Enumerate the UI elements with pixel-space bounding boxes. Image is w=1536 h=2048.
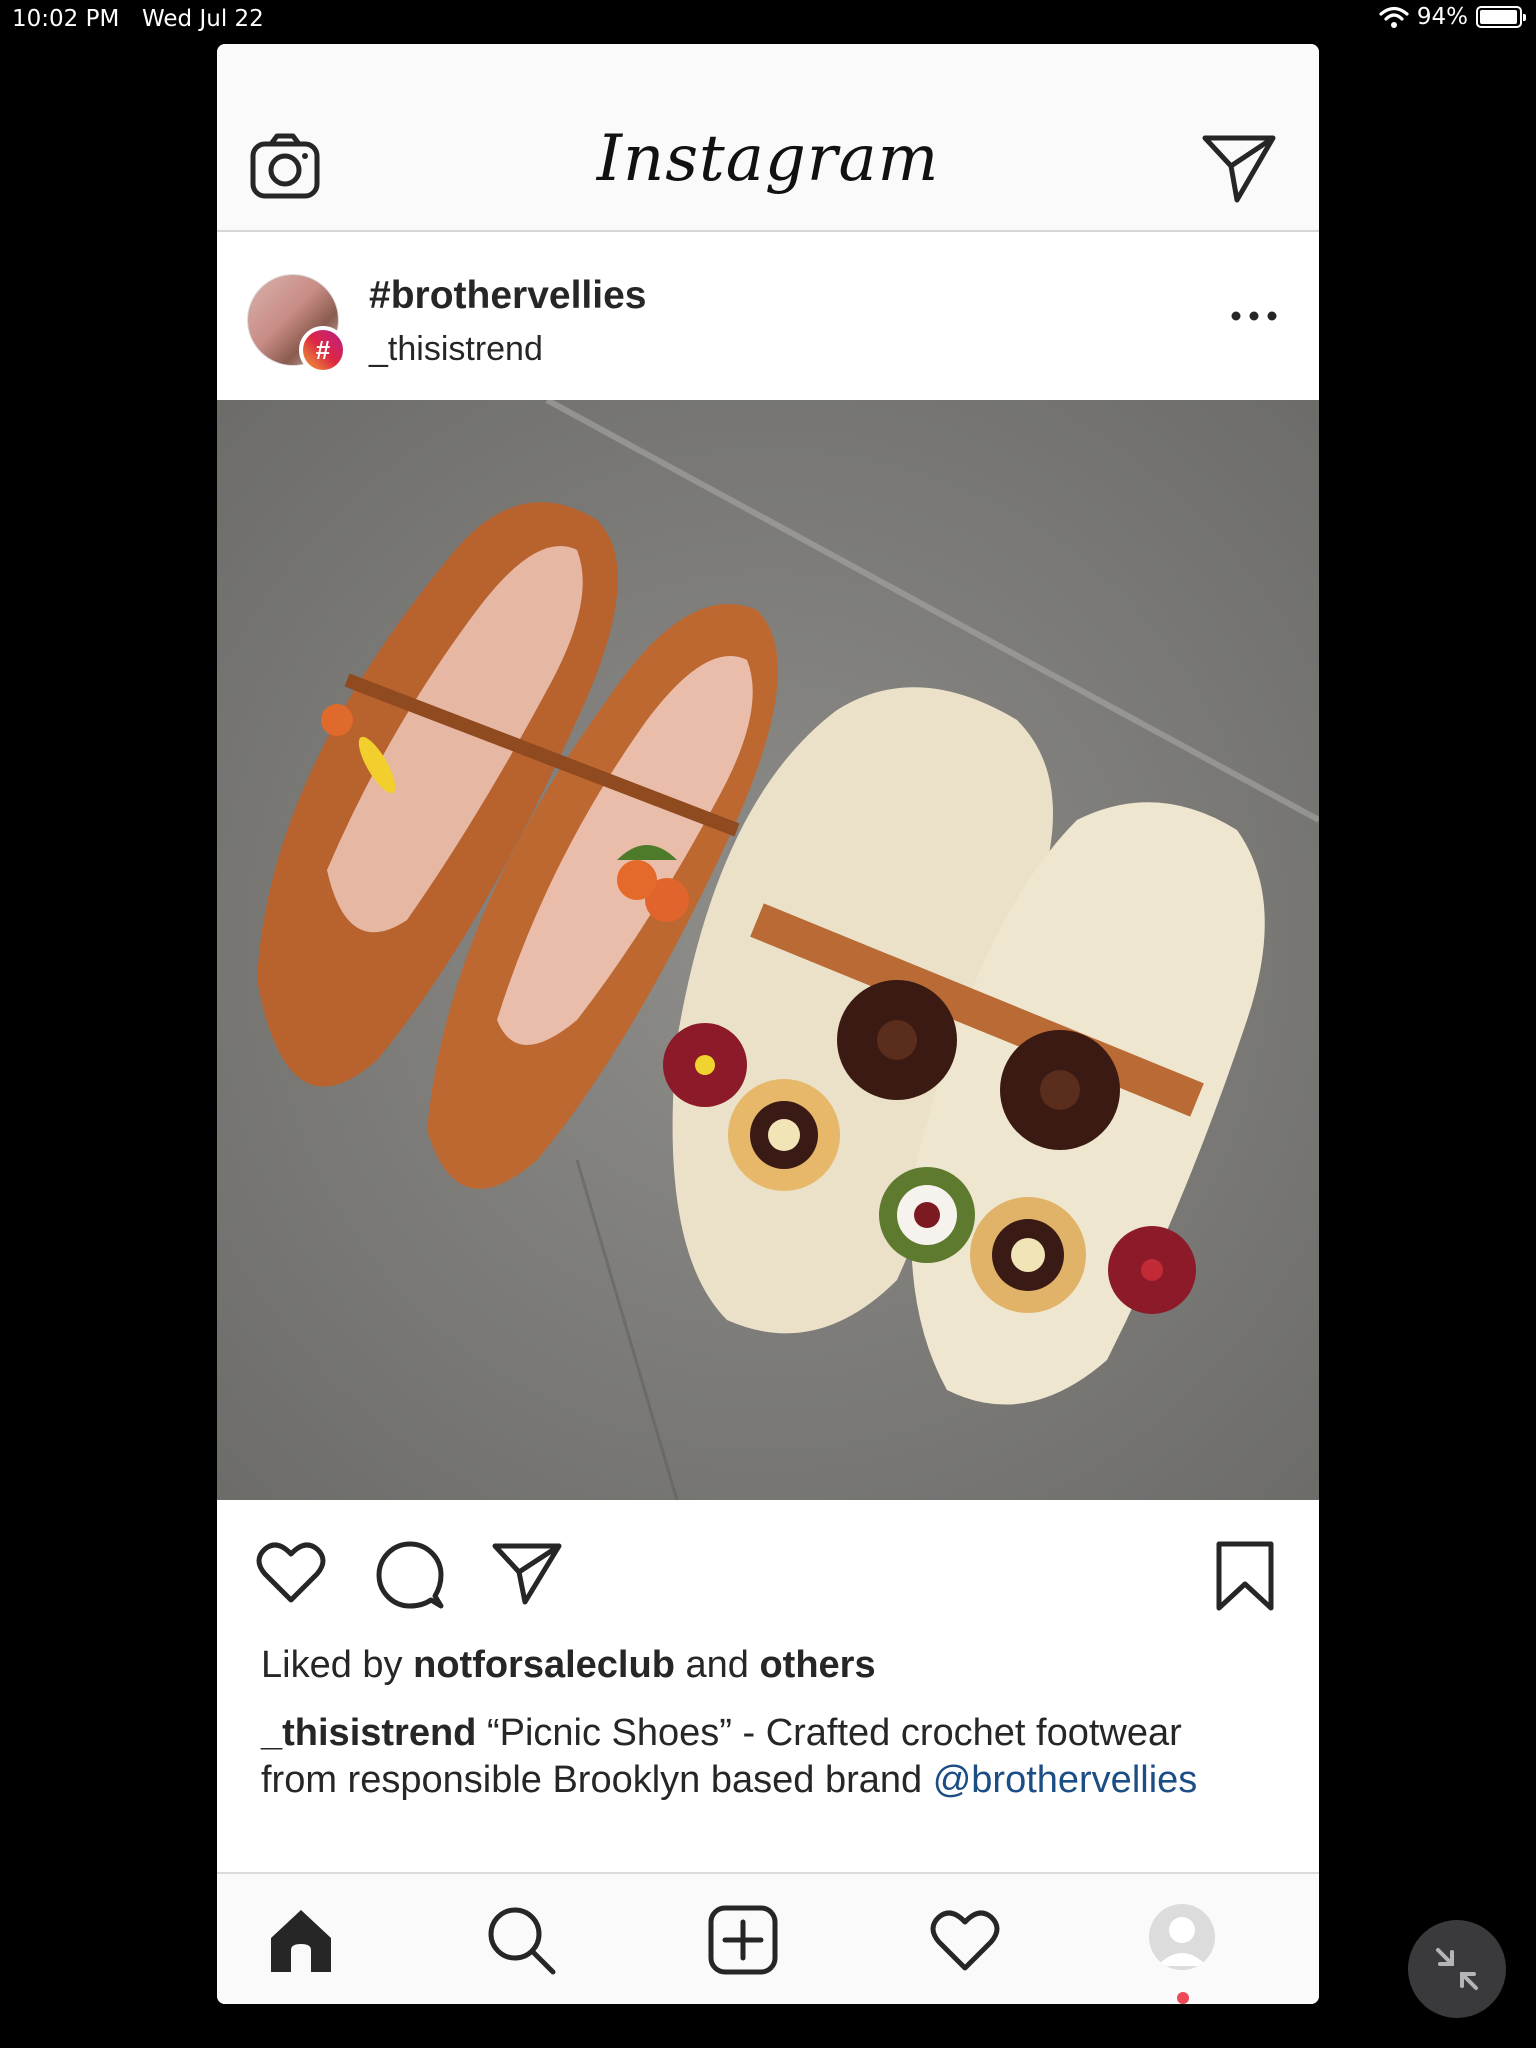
minimize-button[interactable] (1408, 1920, 1506, 2018)
likes-prefix: Liked by (261, 1644, 403, 1686)
caption-username[interactable]: _thisistrend (261, 1712, 476, 1754)
post-photo[interactable] (217, 400, 1319, 1500)
post-header: # #brothervellies _thisistrend (217, 232, 1319, 396)
status-right: 94% (1379, 4, 1526, 30)
battery-icon (1476, 6, 1526, 28)
likes-others[interactable]: others (759, 1644, 875, 1686)
likes-line[interactable]: Liked by notforsaleclub and others (261, 1644, 876, 1687)
heart-icon[interactable] (255, 1540, 327, 1606)
top-bar: Instagram (217, 44, 1319, 232)
likes-and: and (685, 1644, 749, 1686)
status-date: Wed Jul 22 (142, 6, 264, 32)
bookmark-icon[interactable] (1213, 1540, 1277, 1612)
profile-icon (1149, 1904, 1215, 1970)
status-bar: 10:02 PM Wed Jul 22 94% (0, 0, 1536, 40)
home-icon[interactable] (265, 1904, 337, 1976)
battery-percent: 94% (1416, 4, 1468, 30)
search-icon[interactable] (485, 1904, 557, 1976)
activity-heart-icon[interactable] (929, 1904, 1001, 1976)
post-hashtag-title[interactable]: #brothervellies (369, 274, 646, 318)
bottom-tab-bar (217, 1872, 1319, 2004)
post-username[interactable]: _thisistrend (369, 330, 543, 369)
paper-plane-icon[interactable] (491, 1540, 563, 1606)
hashtag-badge: # (299, 326, 347, 374)
more-icon[interactable] (1229, 304, 1279, 328)
instagram-logo: Instagram (596, 122, 940, 196)
post-caption: _thisistrend “Picnic Shoes” - Crafted cr… (261, 1710, 1261, 1804)
liked-by-user[interactable]: notforsaleclub (413, 1644, 675, 1686)
wifi-icon (1379, 6, 1409, 28)
instagram-app: Instagram # #brothervellies _thisistrend (217, 44, 1319, 2004)
status-time: 10:02 PM (12, 6, 120, 32)
profile-tab[interactable] (1149, 1904, 1221, 1976)
post-photo-image (217, 400, 1319, 1500)
notification-dot (1177, 1992, 1189, 2004)
add-post-icon[interactable] (707, 1904, 779, 1976)
caption-mention[interactable]: @brothervellies (933, 1759, 1198, 1801)
paper-plane-icon[interactable] (1201, 132, 1277, 204)
post-actions (217, 1500, 1319, 1620)
minimize-icon (1436, 1948, 1478, 1990)
comment-icon[interactable] (375, 1540, 445, 1610)
post-avatar[interactable]: # (247, 274, 347, 374)
